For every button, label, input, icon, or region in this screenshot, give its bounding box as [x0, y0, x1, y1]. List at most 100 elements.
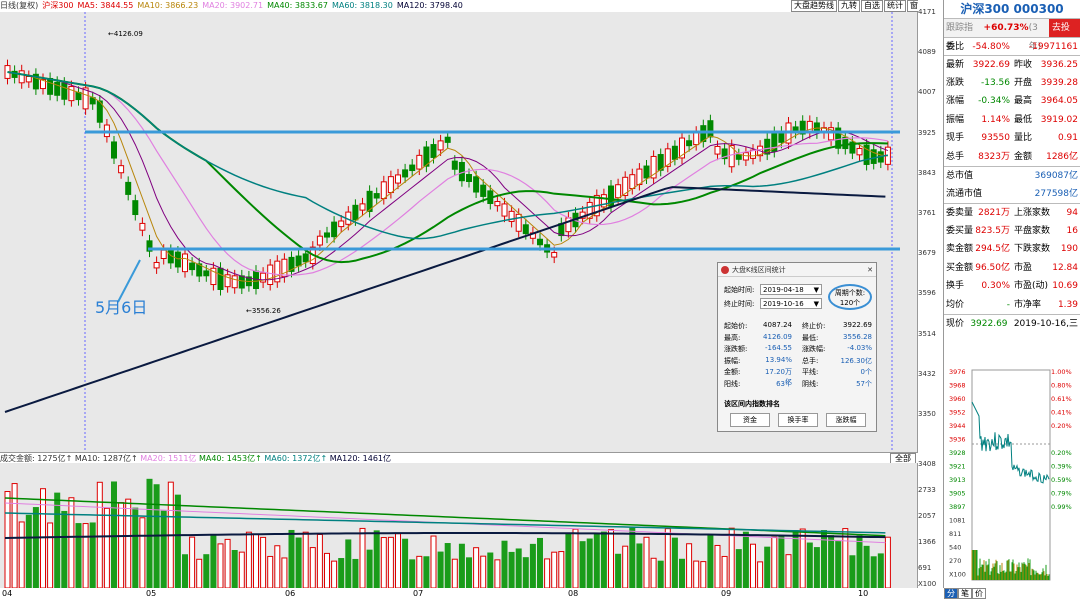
label: 量比: [1014, 133, 1033, 143]
volume-bar: [544, 558, 551, 588]
stat-value: 13.94%: [765, 355, 792, 364]
candle: [338, 220, 345, 228]
candle: [444, 136, 451, 143]
volume-bar: [302, 531, 309, 588]
volume-bar: [309, 547, 316, 588]
volume-bar: [884, 536, 891, 588]
value: 16: [1066, 225, 1078, 236]
close-icon[interactable]: ✕: [867, 263, 873, 277]
cell: 平盘家数 16: [1012, 222, 1080, 241]
toolbar-button[interactable]: 自选: [861, 0, 883, 12]
toolbar-button[interactable]: 大盘趋势线: [791, 0, 837, 12]
cell: 市盈 12.84: [1012, 259, 1080, 278]
price-tick: 3350: [918, 410, 936, 418]
date-tick: 05: [146, 589, 157, 598]
volume-bar: [835, 541, 842, 588]
value: 93550: [981, 133, 1010, 143]
candle: [778, 131, 785, 143]
candle: [416, 154, 423, 170]
turnover-button[interactable]: 换手率: [778, 413, 818, 427]
volume-bar: [458, 543, 465, 588]
intraday-pct-tick: 0.59%: [1051, 476, 1072, 484]
volume-bar: [828, 535, 835, 588]
candle: [522, 224, 529, 235]
label: 最新: [946, 60, 965, 70]
volume-bar: [380, 537, 387, 588]
value: -19971161: [1028, 41, 1078, 52]
chevron-down-icon: ▼: [813, 300, 819, 308]
candle: [359, 203, 366, 211]
value: 3939.28: [1040, 77, 1078, 88]
volume-bar: [260, 536, 267, 588]
toolbar-button[interactable]: 九转: [838, 0, 860, 12]
label: 换手: [946, 281, 965, 291]
bottom-tab[interactable]: 分: [944, 588, 958, 599]
ma-line: [7, 71, 889, 276]
candle: [61, 82, 68, 100]
volume-bar: [430, 535, 437, 588]
volume-tick: 2733: [918, 486, 936, 494]
candle: [160, 249, 167, 260]
volume-bar: [395, 533, 401, 588]
candle: [316, 235, 323, 246]
volume-bar: [529, 543, 536, 588]
label: 平盘家数: [1014, 225, 1051, 236]
start-date-select[interactable]: 2019-04-18 ▼: [760, 284, 822, 295]
volume-bar: [586, 538, 593, 588]
candle: [302, 253, 309, 263]
candle: [856, 148, 863, 156]
intraday-chart[interactable]: 3976 3968 3960 3952 3944 3936 3928 3921 3913 3905…: [948, 362, 1078, 588]
toolbar-button[interactable]: 统计: [884, 0, 906, 12]
volume-bar: [650, 557, 657, 588]
label: 现手: [946, 133, 965, 143]
stat-label: 最低:: [802, 333, 819, 342]
volume-chart[interactable]: [0, 463, 918, 588]
volume-header-item: MA20: 1511亿: [140, 454, 199, 463]
stat-label: 起始价:: [724, 322, 748, 330]
volume-bar: [664, 528, 671, 588]
volume-bar: [778, 535, 785, 588]
volume-bar: [679, 558, 685, 588]
range-stats-dialog: 大盘K线区间统计 ✕ 起始时间: 2019-04-18 ▼ 终止时间: 2019-…: [717, 262, 877, 432]
bottom-tab[interactable]: 价: [972, 588, 986, 599]
cell: 总市值 369087亿: [944, 167, 1080, 185]
volume-bar: [849, 555, 856, 588]
candle: [324, 232, 330, 238]
stat-label: 终止价:: [802, 322, 826, 330]
candle: [18, 70, 25, 84]
volume-bar: [267, 555, 274, 588]
end-date-select[interactable]: 2019-10-16 ▼: [760, 298, 822, 309]
volume-bar: [338, 558, 345, 588]
label: 下跌家数: [1014, 244, 1051, 254]
capital-button[interactable]: 资金: [730, 413, 770, 427]
candle: [458, 161, 465, 182]
volume-bar: [160, 510, 167, 588]
volume-bar: [253, 533, 259, 588]
volume-axis: 3408 2733 2057 1366 691 X100: [918, 452, 944, 588]
volume-bar: [238, 551, 245, 588]
volume-bar: [821, 530, 827, 588]
volume-bar: [189, 536, 196, 588]
candle: [380, 181, 387, 200]
bottom-tab[interactable]: 笔: [958, 588, 972, 599]
volume-bar: [537, 537, 543, 588]
volume-bar: [89, 522, 96, 588]
volume-bar: [61, 510, 68, 588]
label: 均价: [946, 299, 965, 310]
invest-button[interactable]: 去投资: [1048, 19, 1080, 52]
quote-row: 委比 -54.80% -19971161: [944, 36, 1080, 56]
change-button[interactable]: 涨跌幅: [826, 413, 866, 427]
period-label: 周期个数:: [834, 289, 866, 297]
intraday-price-tick: 3944: [949, 422, 966, 430]
quote-row: 涨跌 -13.56 开盘 3939.28: [944, 74, 1080, 93]
candle: [615, 184, 622, 199]
intraday-price-tick: 3976: [949, 368, 966, 376]
volume-bar: [132, 507, 139, 588]
stat-value: 4087.24: [763, 321, 792, 329]
volume-bar: [806, 542, 813, 588]
volume-unit: X100: [918, 580, 937, 588]
label: 卖金额: [946, 244, 974, 254]
volume-bar: [494, 559, 501, 588]
volume-bar: [96, 481, 103, 588]
value: 96.50亿: [975, 262, 1010, 273]
